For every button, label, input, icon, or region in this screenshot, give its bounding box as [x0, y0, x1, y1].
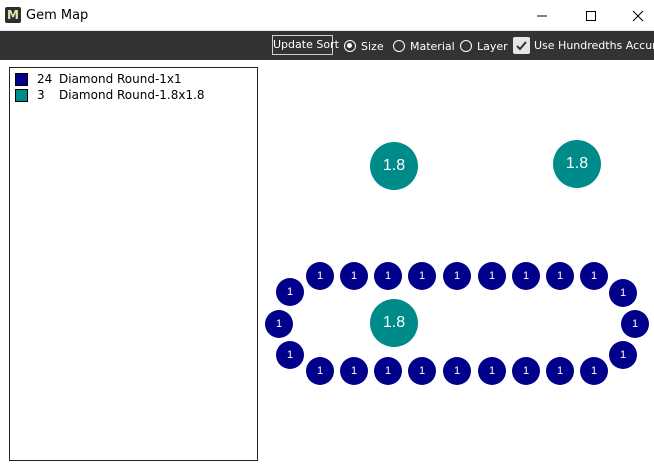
gem-small[interactable]: 1 [276, 341, 304, 369]
gem-large[interactable]: 1.8 [553, 140, 601, 188]
legend-item[interactable]: 24 Diamond Round-1x1 [15, 72, 182, 86]
gem-small[interactable]: 1 [580, 262, 608, 290]
sort-material-label: Material [410, 39, 455, 53]
gem-small[interactable]: 1 [374, 357, 402, 385]
gem-small[interactable]: 1 [443, 262, 471, 290]
close-icon [632, 10, 644, 21]
gem-small[interactable]: 1 [408, 357, 436, 385]
gem-small[interactable]: 1 [340, 262, 368, 290]
gem-small[interactable]: 1 [306, 262, 334, 290]
gem-small[interactable]: 1 [340, 357, 368, 385]
minimize-icon [537, 15, 547, 16]
legend-item[interactable]: 3 Diamond Round-1.8x1.8 [15, 88, 205, 102]
gem-small[interactable]: 1 [276, 278, 304, 306]
radio-selected-icon [344, 40, 356, 52]
gem-small[interactable]: 1 [512, 357, 540, 385]
gem-small[interactable]: 1 [478, 262, 506, 290]
window-title: Gem Map [26, 8, 89, 23]
gem-small[interactable]: 1 [374, 262, 402, 290]
gem-small[interactable]: 1 [265, 310, 293, 338]
close-button[interactable] [615, 0, 654, 31]
sort-layer-label: Layer [477, 39, 508, 53]
title-bar: M Gem Map [0, 0, 654, 31]
sort-material-radio[interactable]: Material [393, 37, 455, 55]
checkbox-box [513, 36, 530, 54]
gem-small[interactable]: 1 [306, 357, 334, 385]
app-logo-icon: M [5, 7, 21, 23]
gem-small[interactable]: 1 [609, 341, 637, 369]
maximize-button[interactable] [568, 0, 614, 31]
sort-size-radio[interactable]: Size [344, 37, 384, 55]
gem-large[interactable]: 1.8 [370, 299, 418, 347]
gem-small[interactable]: 1 [408, 262, 436, 290]
gem-small[interactable]: 1 [621, 310, 649, 338]
maximize-icon [586, 10, 596, 21]
gem-small[interactable]: 1 [546, 357, 574, 385]
sort-layer-radio[interactable]: Layer [460, 37, 508, 55]
color-swatch [15, 72, 28, 86]
legend-count: 3 [37, 88, 45, 102]
gem-small[interactable]: 1 [609, 279, 637, 307]
gem-map-canvas[interactable]: 1.8 1.8 1.8 1 1 1 1 1 1 1 1 1 1 1 1 1 1 … [262, 60, 654, 466]
hundredths-accuracy-checkbox[interactable]: Use Hundredths Accuracy [513, 36, 654, 54]
sort-size-label: Size [361, 39, 384, 53]
legend-gem-name: Diamond Round-1.8x1.8 [59, 88, 205, 102]
gem-small[interactable]: 1 [580, 357, 608, 385]
legend-gem-name: Diamond Round-1x1 [59, 72, 182, 86]
gem-small[interactable]: 1 [478, 357, 506, 385]
legend-count: 24 [37, 72, 53, 86]
toolbar: Update Sort Size Material Layer Use Hund… [0, 31, 654, 60]
gem-small[interactable]: 1 [512, 262, 540, 290]
gem-small[interactable]: 1 [546, 262, 574, 290]
radio-unselected-icon [460, 40, 472, 52]
minimize-button[interactable] [519, 0, 565, 31]
legend-panel: 24 Diamond Round-1x1 3 Diamond Round-1.8… [9, 67, 258, 461]
update-sort-button[interactable]: Update Sort [272, 35, 339, 55]
gem-large[interactable]: 1.8 [370, 142, 418, 190]
color-swatch [15, 88, 28, 102]
hundredths-accuracy-label: Use Hundredths Accuracy [534, 38, 654, 52]
checkmark-icon [516, 40, 527, 50]
gem-small[interactable]: 1 [443, 357, 471, 385]
radio-unselected-icon [393, 40, 405, 52]
